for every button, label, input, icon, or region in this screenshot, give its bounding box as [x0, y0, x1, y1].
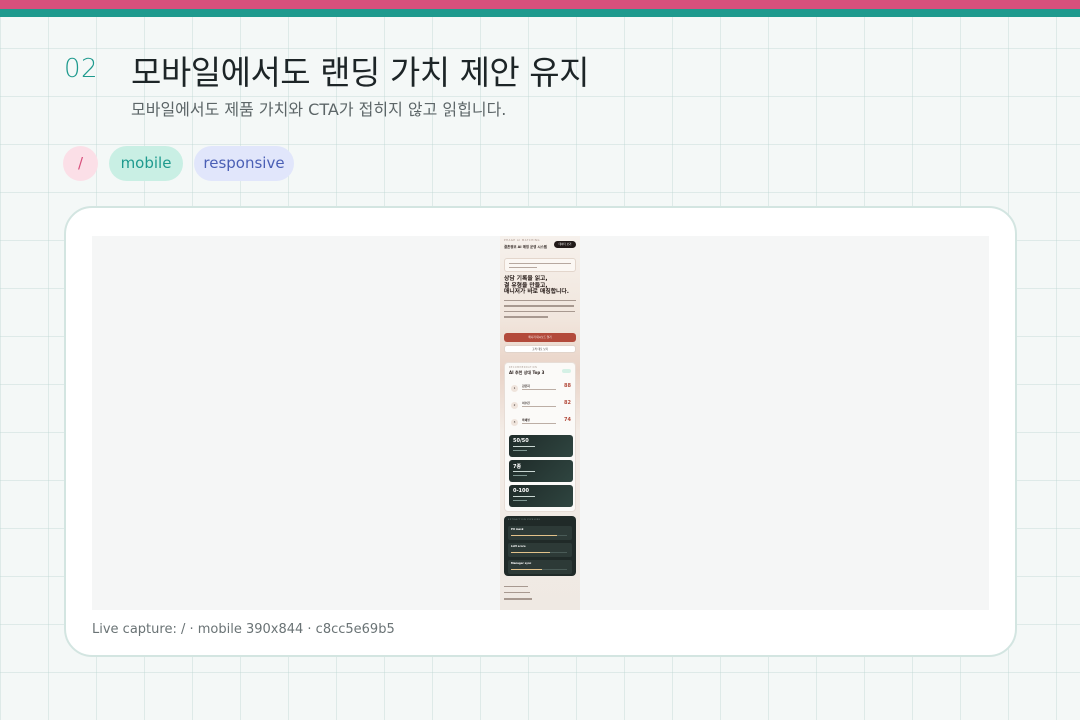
stat-value: 0-100 [513, 488, 529, 494]
recommendation-row[interactable]: 3 박채영 74 [509, 415, 573, 430]
pipeline-row: PII mask [508, 526, 572, 540]
slide-subtitle: 모바일에서도 제품 가치와 CTA가 접히지 않고 읽힙니다. [131, 100, 507, 119]
pipeline-label: Manager sync [511, 562, 532, 565]
pipeline-label: LLM score [511, 545, 526, 548]
recommendation-row[interactable]: 1 김민지 88 [509, 381, 573, 396]
stat-value: 50/50 [513, 438, 529, 444]
route-tag: / [63, 146, 98, 181]
mobile-recommendation-panel: RECOMMENDATION AI 추천 상대 Top 3 1 김민지 88 2… [504, 362, 576, 512]
capture-card: PHAGE AI MATCHING 결혼정보 AI 매칭 운영 시스템 데이터 … [64, 206, 1017, 657]
stat-card: 50/50 [509, 435, 573, 457]
recommendation-row[interactable]: 2 이수진 82 [509, 398, 573, 413]
capture-viewport: PHAGE AI MATCHING 결혼정보 AI 매칭 운영 시스템 데이터 … [92, 236, 989, 610]
match-desc [522, 423, 556, 425]
match-score: 82 [564, 400, 571, 406]
stat-value: 7종 [513, 464, 522, 470]
pipeline-fill [511, 569, 542, 571]
match-score: 74 [564, 417, 571, 423]
mobile-brand: 결혼정보 AI 매칭 운영 시스템 [504, 245, 547, 249]
match-name: 이수진 [522, 401, 530, 405]
match-desc [522, 406, 556, 408]
mobile-tag: mobile [109, 146, 183, 181]
rank-number: 3 [511, 419, 518, 426]
mobile-kicker: PHAGE AI MATCHING [504, 239, 541, 242]
match-desc [522, 389, 556, 391]
mobile-top-button[interactable]: 데이터 보기 [554, 241, 576, 248]
pipeline-row: Manager sync [508, 560, 572, 574]
slide-title: 모바일에서도 랜딩 가치 제안 유지 [131, 53, 590, 92]
capture-caption: Live capture: / · mobile 390x844 · c8cc5… [92, 622, 395, 637]
hero-line: 매니저가 바로 매칭합니다. [504, 289, 569, 296]
match-name: 박채영 [522, 418, 530, 422]
stat-card: 7종 [509, 460, 573, 482]
hero-line: 상담 기록을 읽고, [504, 276, 548, 282]
pipeline-fill [511, 552, 551, 554]
pipeline-label: PII mask [511, 528, 524, 531]
panel-kicker: RECOMMENDATION [509, 366, 538, 369]
teal-accent-bar [0, 9, 1080, 17]
stat-card: 0-100 [509, 485, 573, 507]
pipeline-row: LLM score [508, 543, 572, 557]
live-badge [562, 369, 571, 373]
match-score: 88 [564, 383, 571, 389]
mobile-secondary-cta[interactable]: 고객 데모 보기 [504, 345, 576, 353]
match-name: 김민지 [522, 384, 530, 388]
pipeline-kicker: EXTRACTION PIPELINE [508, 519, 541, 521]
rank-number: 1 [511, 385, 518, 392]
panel-title: AI 추천 상대 Top 3 [509, 370, 545, 375]
rank-number: 2 [511, 402, 518, 409]
slide-number: 02 [64, 54, 99, 84]
pipeline-fill [511, 535, 557, 537]
mobile-hero-heading: 상담 기록을 읽고, 결 유형을 만들고, 매니저가 바로 매칭합니다. [504, 276, 576, 296]
mobile-pipeline-panel: EXTRACTION PIPELINE PII mask LLM score M… [504, 516, 576, 576]
mobile-primary-cta[interactable]: 매니저 대시보드 열기 [504, 333, 576, 342]
mobile-footer [504, 586, 534, 605]
mobile-notice [504, 258, 576, 272]
responsive-tag: responsive [194, 146, 294, 181]
mobile-screenshot: PHAGE AI MATCHING 결혼정보 AI 매칭 운영 시스템 데이터 … [500, 236, 580, 610]
top-accent-bar [0, 0, 1080, 9]
mobile-hero-body [504, 300, 576, 322]
